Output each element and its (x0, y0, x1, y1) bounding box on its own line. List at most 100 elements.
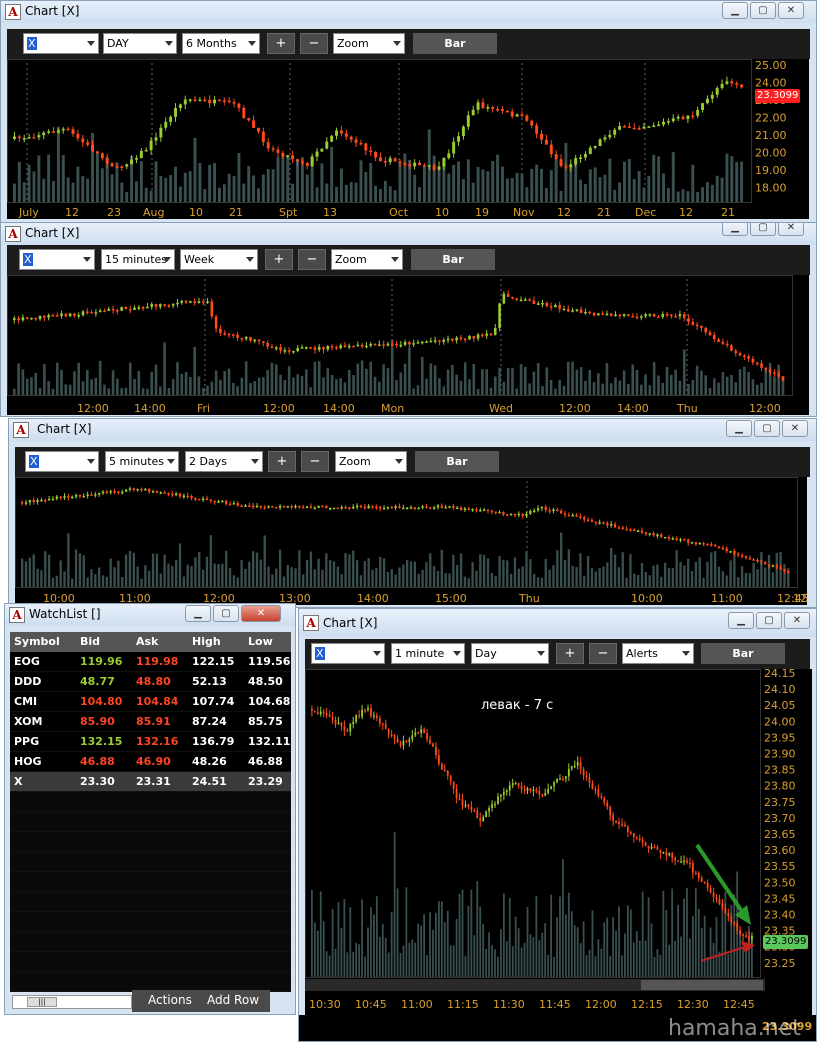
candle-body (635, 837, 638, 839)
column-header[interactable]: Ask (130, 632, 186, 652)
zoom-in-button[interactable]: + (265, 249, 293, 270)
candle-body (110, 163, 114, 167)
title-bar[interactable]: A Chart [X] ▁ ▢ ✕ (1, 1, 816, 23)
time-scrollbar[interactable] (305, 979, 765, 991)
interval-select[interactable]: 5 minutes (105, 451, 179, 472)
minimize-button[interactable]: ▁ (185, 605, 211, 622)
close-button[interactable]: ✕ (778, 2, 804, 19)
candle-body (271, 506, 274, 508)
title-bar[interactable]: A Chart [X] ▁ ▢ ✕ (9, 419, 816, 441)
close-button[interactable]: ✕ (784, 612, 810, 629)
minimize-button[interactable]: ▁ (722, 2, 748, 19)
title-bar[interactable]: A WatchList [] ▁ ▢ ✕ (5, 604, 295, 626)
zoom-select[interactable]: Zoom (331, 249, 403, 270)
alerts-select[interactable]: Alerts (622, 643, 694, 664)
scroll-thumb[interactable]: ||| (27, 997, 57, 1007)
candle-body (511, 296, 514, 299)
column-header[interactable]: High (186, 632, 242, 652)
candle-body (205, 498, 209, 500)
bar-type-button[interactable]: Bar (701, 643, 785, 664)
range-select[interactable]: 6 Months (182, 33, 260, 54)
table-row[interactable]: DDD 48.77 48.80 52.13 48.50 (10, 672, 291, 692)
zoom-select[interactable]: Zoom (335, 451, 407, 472)
volume-bar (198, 163, 202, 202)
price-chart-15min[interactable]: 12:00 14:00 Fri 12:00 14:00 Mon Wed 12:00 14:00 T… (7, 275, 809, 415)
close-button[interactable]: ✕ (778, 223, 804, 236)
volume-bar (210, 381, 214, 395)
symbol-input[interactable]: X (19, 249, 95, 270)
price-chart-5min[interactable]: 10:00 11:00 12:00 13:00 14:00 15:00 Thu 10:00 11… (15, 477, 807, 605)
scroll-thumb[interactable] (641, 980, 763, 990)
maximize-button[interactable]: ▢ (213, 605, 239, 622)
range-select[interactable]: Week (180, 249, 258, 270)
interval-select[interactable]: DAY (103, 33, 177, 54)
table-row[interactable]: X 23.30 23.31 24.51 23.29 (10, 772, 291, 792)
candle-body (279, 347, 282, 351)
candle-body (309, 347, 312, 349)
volume-bar (608, 158, 612, 202)
zoom-out-button[interactable]: − (589, 643, 617, 664)
minimize-button[interactable]: ▁ (722, 223, 748, 236)
zoom-out-button[interactable]: − (301, 451, 329, 472)
table-row[interactable]: EOG 119.96 119.98 122.15 119.56 (10, 652, 291, 672)
zoom-in-button[interactable]: + (267, 33, 295, 54)
x-axis-label: 10:45 (355, 998, 387, 1011)
zoom-out-button[interactable]: − (300, 33, 328, 54)
table-row[interactable]: HOG 46.88 46.90 48.26 46.88 (10, 752, 291, 772)
candle-body (34, 317, 38, 320)
interval-select[interactable]: 1 minute (391, 643, 465, 664)
symbol-input[interactable]: X (25, 451, 99, 472)
volume-bar (632, 942, 635, 977)
price-chart-1min[interactable]: 24.15 24.10 24.05 24.00 23.95 23.90 23.85 23.80… (305, 669, 812, 1015)
zoom-out-button[interactable]: − (298, 249, 326, 270)
candle-body (680, 861, 682, 863)
volume-bar (76, 166, 80, 202)
maximize-button[interactable]: ▢ (750, 2, 776, 19)
horizontal-scrollbar[interactable]: ||| (12, 995, 132, 1009)
volume-bar (475, 570, 478, 587)
volume-bar (164, 177, 168, 202)
interval-select[interactable]: 15 minutes (101, 249, 175, 270)
volume-bar (554, 159, 558, 202)
table-row[interactable]: CMI 104.80 104.84 107.74 104.68 (10, 692, 291, 712)
add-row-button[interactable]: Add Row (207, 993, 259, 1007)
empty-row (10, 932, 291, 952)
bar-type-button[interactable]: Bar (415, 451, 499, 472)
column-header[interactable]: Low (242, 632, 291, 652)
volume-bar (618, 380, 622, 395)
zoom-select[interactable]: Zoom (333, 33, 405, 54)
bar-type-button[interactable]: Bar (413, 33, 497, 54)
volume-bar (521, 566, 524, 587)
range-select[interactable]: 2 Days (185, 451, 263, 472)
volume-bar (614, 377, 617, 395)
candle-body (13, 136, 16, 139)
close-button[interactable]: ✕ (241, 605, 281, 622)
candle-body (556, 509, 559, 512)
candle-body (227, 333, 231, 336)
price-chart-daily[interactable]: July 12 23 Aug 10 21 Spt 13 Oct 10 19 Nov 12 21 Dec 12 2… (7, 59, 809, 219)
range-select[interactable]: Day (471, 643, 549, 664)
candle-body (473, 809, 476, 812)
bar-type-button[interactable]: Bar (411, 249, 495, 270)
symbol-input[interactable]: X (23, 33, 99, 54)
minimize-button[interactable]: ▁ (726, 420, 752, 437)
maximize-button[interactable]: ▢ (754, 420, 780, 437)
close-button[interactable]: ✕ (782, 420, 808, 437)
title-bar[interactable]: A Chart [X] ▁ ▢ ✕ (1, 223, 816, 245)
symbol-input[interactable]: X (311, 643, 385, 664)
column-header[interactable]: Symbol (10, 632, 74, 652)
volume-bar (738, 369, 742, 395)
zoom-in-button[interactable]: + (556, 643, 584, 664)
maximize-button[interactable]: ▢ (756, 612, 782, 629)
zoom-in-button[interactable]: + (268, 451, 296, 472)
candle-body (240, 337, 244, 340)
actions-button[interactable]: Actions (148, 993, 192, 1007)
title-bar[interactable]: A Chart [X] ▁ ▢ ✕ (299, 609, 816, 637)
volume-bar (13, 183, 16, 202)
maximize-button[interactable]: ▢ (750, 223, 776, 236)
minimize-button[interactable]: ▁ (728, 612, 754, 629)
table-row[interactable]: PPG 132.15 132.16 136.79 132.11 (10, 732, 291, 752)
column-header[interactable]: Bid (74, 632, 130, 652)
candle-body (682, 314, 686, 319)
table-row[interactable]: XOM 85.90 85.91 87.24 85.75 (10, 712, 291, 732)
